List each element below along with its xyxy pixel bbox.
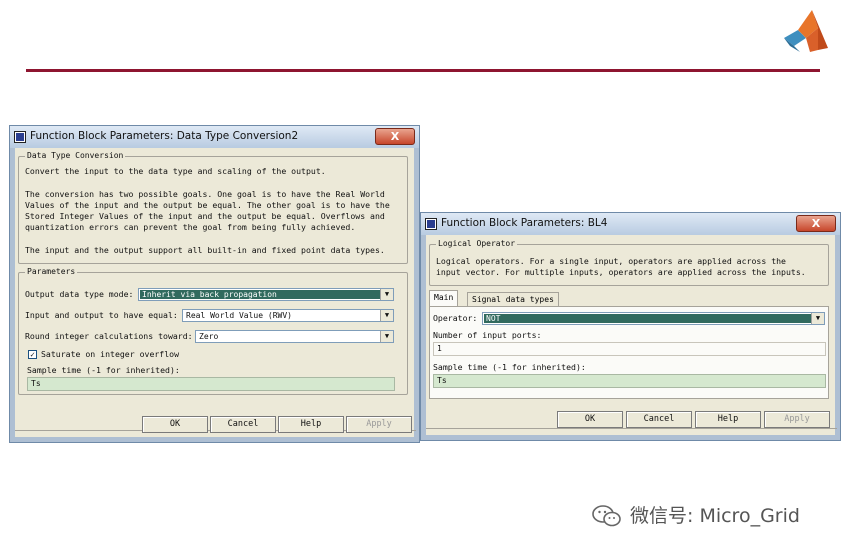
dialog2-close-button[interactable]: X xyxy=(796,215,836,232)
equal-value: Real World Value (RWV) xyxy=(184,311,380,320)
chevron-down-icon[interactable]: ▼ xyxy=(811,313,824,324)
block-params-icon xyxy=(14,131,26,143)
apply-button[interactable]: Apply xyxy=(346,416,412,433)
tab-signal-data-types[interactable]: Signal data types xyxy=(467,292,559,307)
input-ports-label: Number of input ports: xyxy=(433,330,542,340)
logical-operator-dialog: Function Block Parameters: BL4 X Logical… xyxy=(420,212,841,441)
wechat-icon xyxy=(592,505,621,527)
round-select[interactable]: Zero ▼ xyxy=(195,330,394,343)
parameters-group-label: Parameters xyxy=(25,267,78,276)
description-group-label: Data Type Conversion xyxy=(25,151,126,160)
output-type-label: Output data type mode: xyxy=(25,289,134,299)
output-type-select[interactable]: Inherit via back propagation ▼ xyxy=(138,288,394,301)
sample-time-input[interactable]: Ts xyxy=(27,377,395,391)
sample-time-label: Sample time (-1 for inherited): xyxy=(27,365,180,375)
ok-button[interactable]: OK xyxy=(557,411,623,428)
description-group-label: Logical Operator xyxy=(436,239,518,248)
ok-button[interactable]: OK xyxy=(142,416,208,433)
description-line: Convert the input to the data type and s… xyxy=(25,166,326,176)
chevron-down-icon[interactable]: ▼ xyxy=(380,289,393,300)
block-params-icon xyxy=(425,218,437,230)
output-type-value: Inherit via back propagation xyxy=(140,290,380,299)
dialog1-client: Data Type Conversion Convert the input t… xyxy=(15,148,416,437)
round-label: Round integer calculations toward: xyxy=(25,331,193,341)
dialog1-title: Function Block Parameters: Data Type Con… xyxy=(30,130,299,142)
description-line: The conversion has two possible goals. O… xyxy=(25,189,385,199)
saturate-label: Saturate on integer overflow xyxy=(41,349,180,359)
help-button[interactable]: Help xyxy=(695,411,761,428)
watermark-text: 微信号: Micro_Grid xyxy=(630,505,800,527)
dialog2-title: Function Block Parameters: BL4 xyxy=(441,217,608,229)
dialog2-titlebar[interactable]: Function Block Parameters: BL4 X xyxy=(421,213,840,235)
data-type-conversion-dialog: Function Block Parameters: Data Type Con… xyxy=(9,125,420,443)
help-button[interactable]: Help xyxy=(278,416,344,433)
sample-time-input[interactable]: Ts xyxy=(433,374,826,388)
button-divider xyxy=(426,428,837,429)
operator-select[interactable]: NOT ▼ xyxy=(482,312,825,325)
chevron-down-icon[interactable]: ▼ xyxy=(380,310,393,321)
description-line: input vector. For multiple inputs, opera… xyxy=(436,267,806,277)
equal-select[interactable]: Real World Value (RWV) ▼ xyxy=(182,309,394,322)
input-ports-input[interactable]: 1 xyxy=(433,342,826,356)
description-group: Logical Operator Logical operators. For … xyxy=(429,239,829,286)
parameters-group: Parameters Output data type mode: Inheri… xyxy=(18,267,408,395)
header-rule xyxy=(26,69,820,72)
cancel-button[interactable]: Cancel xyxy=(210,416,276,433)
equal-label: Input and output to have equal: xyxy=(25,310,178,320)
matlab-logo xyxy=(784,10,828,52)
operator-label: Operator: xyxy=(433,313,478,323)
round-value: Zero xyxy=(197,332,380,341)
saturate-checkbox[interactable]: ✓ xyxy=(28,350,37,359)
description-group: Data Type Conversion Convert the input t… xyxy=(18,151,408,264)
description-line: The input and the output support all bui… xyxy=(25,245,385,255)
dialog2-client: Logical Operator Logical operators. For … xyxy=(426,235,837,435)
cancel-button[interactable]: Cancel xyxy=(626,411,692,428)
main-tab-panel: Operator: NOT ▼ Number of input ports: 1… xyxy=(429,306,829,399)
sample-time-label: Sample time (-1 for inherited): xyxy=(433,362,586,372)
chevron-down-icon[interactable]: ▼ xyxy=(380,331,393,342)
operator-value: NOT xyxy=(484,314,811,323)
tab-main[interactable]: Main xyxy=(429,290,459,307)
description-line: Logical operators. For a single input, o… xyxy=(436,256,786,266)
dialog1-titlebar[interactable]: Function Block Parameters: Data Type Con… xyxy=(10,126,419,148)
apply-button[interactable]: Apply xyxy=(764,411,830,428)
description-line: Values of the input and the output be eq… xyxy=(25,200,390,210)
description-line: Stored Integer Values of the input and t… xyxy=(25,211,385,221)
description-line: quantization errors can prevent the goal… xyxy=(25,222,356,232)
dialog1-close-button[interactable]: X xyxy=(375,128,415,145)
